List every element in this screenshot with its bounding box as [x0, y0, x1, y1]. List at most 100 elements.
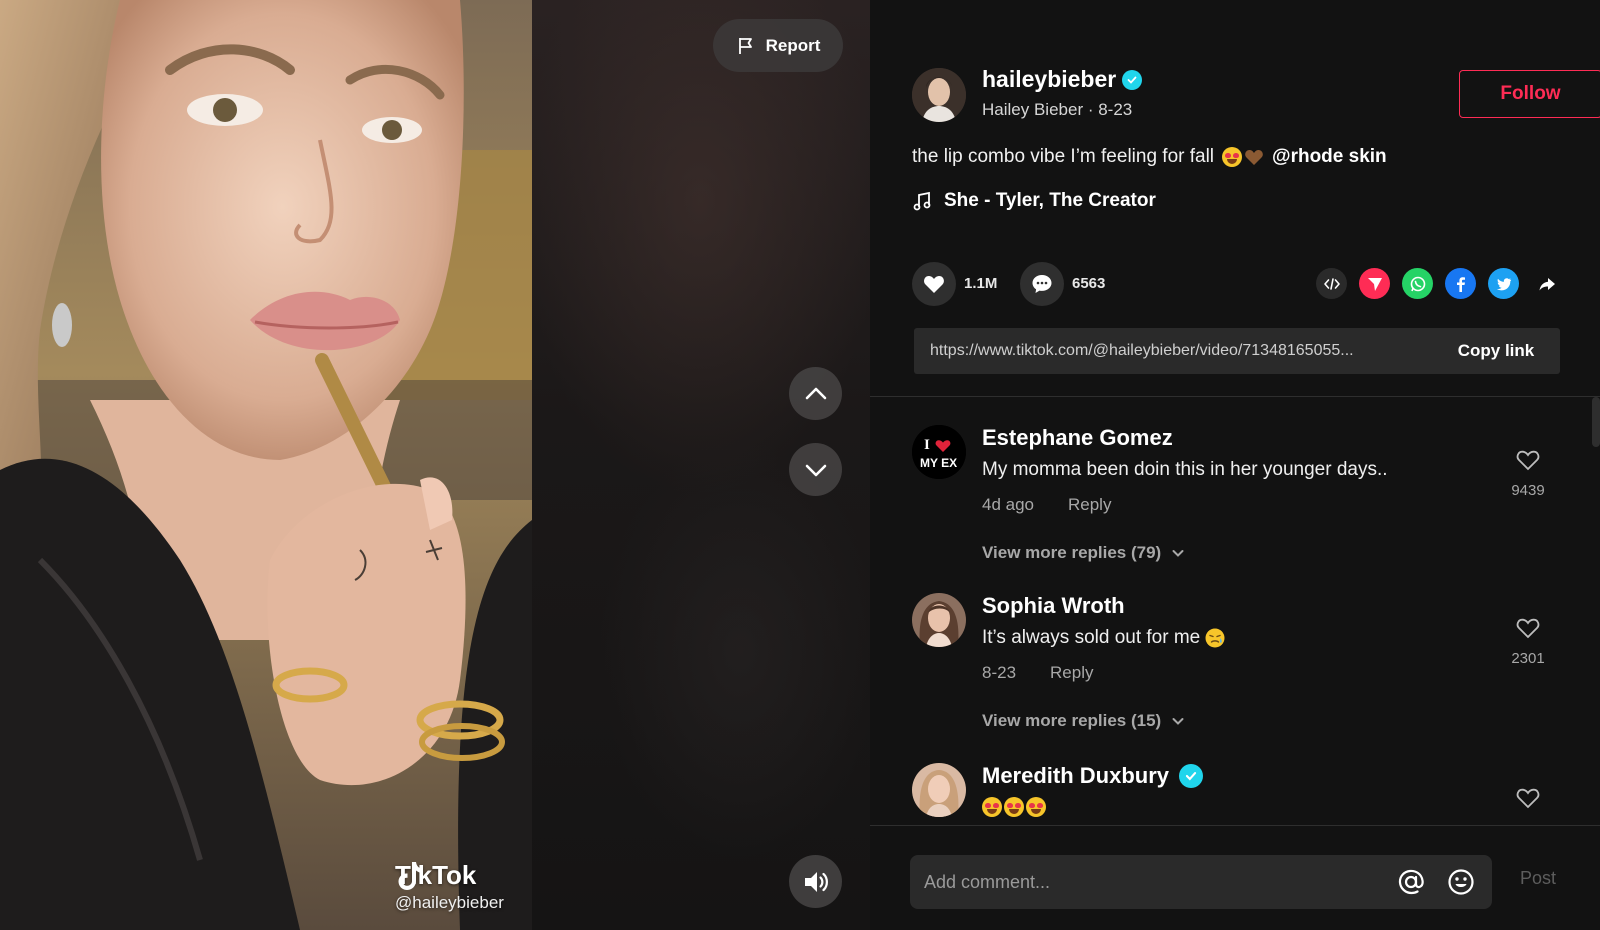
avatar-text-i: I	[924, 437, 930, 453]
reply-button[interactable]: Reply	[1068, 495, 1111, 515]
avatar-text-my-ex: MY EX	[920, 456, 957, 470]
verified-badge-icon	[1122, 69, 1143, 90]
video-link-url[interactable]: https://www.tiktok.com/@haileybieber/vid…	[914, 342, 1432, 360]
author-header: haileybieber Hailey Bieber · 8-23 Follow	[912, 66, 1600, 122]
volume-button[interactable]	[789, 855, 842, 908]
comment-like[interactable]: 9439	[1508, 447, 1548, 499]
send-icon[interactable]	[1359, 268, 1390, 299]
commenter-name-text[interactable]: Estephane Gomez	[982, 425, 1173, 451]
next-video-button[interactable]	[789, 443, 842, 496]
crying-face-emoji-icon	[1205, 628, 1225, 648]
comment-time: 8-23	[982, 663, 1017, 682]
emoji-picker-icon[interactable]	[1446, 867, 1476, 897]
comment-like[interactable]: 2301	[1508, 615, 1548, 667]
previous-video-button[interactable]	[789, 367, 842, 420]
caption-emojis	[1222, 147, 1264, 167]
comment-text	[982, 797, 1046, 817]
tiktok-note-icon	[398, 862, 423, 890]
comment-composer	[910, 855, 1492, 909]
commenter-name[interactable]: Estephane Gomez	[982, 425, 1173, 451]
commenter-avatar[interactable]	[912, 763, 966, 817]
chevron-down-icon	[1172, 550, 1184, 557]
comment-scrollbar[interactable]	[1592, 397, 1600, 447]
comment-list[interactable]: I MY EX Estephane Gomez My momma been do…	[870, 397, 1600, 825]
comment-like-count: 9439	[1511, 482, 1545, 499]
heart-eyes-emoji-icon	[982, 797, 1002, 817]
mention-at-icon[interactable]	[1396, 867, 1426, 897]
music-note-icon	[913, 191, 931, 211]
view-more-replies-label[interactable]: View more replies (79)	[982, 543, 1161, 563]
meredith-avatar-image	[912, 763, 966, 817]
caption-mention-link[interactable]: @rhode skin	[1272, 146, 1387, 168]
video-still	[0, 0, 532, 930]
comment-button[interactable]	[1020, 262, 1064, 306]
commenter-name-text[interactable]: Sophia Wroth	[982, 593, 1125, 619]
report-label: Report	[765, 35, 821, 55]
heart-outline-icon[interactable]	[1515, 615, 1541, 641]
like-button[interactable]	[912, 262, 956, 306]
heart-icon	[924, 275, 944, 293]
comment-text: My momma been doin this in her younger d…	[982, 459, 1388, 480]
view-more-replies-label[interactable]: View more replies (15)	[982, 711, 1161, 731]
chevron-up-icon	[805, 387, 826, 399]
heart-outline-icon[interactable]	[1515, 785, 1541, 811]
reply-button[interactable]: Reply	[1050, 663, 1093, 683]
meta-separator: ·	[1083, 100, 1099, 119]
share-icons	[1316, 268, 1562, 299]
video-player[interactable]: TikTok @haileybieber Report	[0, 0, 870, 930]
watermark-username: @haileybieber	[395, 893, 504, 912]
author-username[interactable]: haileybieber	[982, 66, 1143, 93]
comment-count: 6563	[1072, 275, 1106, 292]
author-username-text[interactable]: haileybieber	[982, 66, 1116, 93]
report-button[interactable]: Report	[713, 19, 843, 72]
author-meta: Hailey Bieber · 8-23	[982, 100, 1132, 120]
music-title[interactable]: She - Tyler, The Creator	[944, 190, 1156, 212]
video-caption: the lip combo vibe I’m feeling for fall …	[912, 146, 1387, 168]
heart-eyes-emoji-icon	[1222, 147, 1243, 167]
composer-divider	[870, 825, 1600, 826]
commenter-name[interactable]: Sophia Wroth	[982, 593, 1125, 619]
watermark-logo: TikTok	[395, 860, 504, 891]
heart-eyes-emoji-icon	[1004, 797, 1024, 817]
comment-like[interactable]	[1508, 785, 1548, 816]
commenter-avatar[interactable]	[912, 593, 966, 647]
commenter-name-text[interactable]: Meredith Duxbury	[982, 763, 1169, 789]
comment-item: Sophia Wroth It’s always sold out for me…	[912, 593, 1552, 743]
flag-icon	[738, 37, 752, 54]
author-nickname: Hailey Bieber	[982, 100, 1084, 119]
view-more-replies[interactable]: View more replies (15)	[982, 711, 1185, 731]
heart-outline-icon[interactable]	[1515, 447, 1541, 473]
post-date: 8-23	[1098, 100, 1133, 119]
comment-meta: 4d ago Reply	[982, 495, 1111, 515]
comment-text: It’s always sold out for me	[982, 627, 1226, 649]
comment-time: 4d ago	[982, 495, 1034, 514]
share-arrow-icon[interactable]	[1531, 268, 1562, 299]
twitter-icon[interactable]	[1488, 268, 1519, 299]
author-avatar[interactable]	[912, 68, 966, 122]
video-frame[interactable]: TikTok @haileybieber	[0, 0, 532, 930]
caption-text: the lip combo vibe I’m feeling for fall	[912, 146, 1215, 167]
post-comment-button[interactable]: Post	[1520, 868, 1556, 889]
add-comment-input[interactable]	[924, 871, 1376, 893]
chevron-down-icon	[1172, 718, 1184, 725]
music-link[interactable]: She - Tyler, The Creator	[912, 190, 1156, 212]
verified-badge-icon	[1179, 764, 1204, 788]
follow-button[interactable]: Follow	[1459, 70, 1600, 118]
view-more-replies[interactable]: View more replies (79)	[982, 543, 1185, 563]
comment-meta: 8-23 Reply	[982, 663, 1094, 683]
share-link-bar: https://www.tiktok.com/@haileybieber/vid…	[914, 328, 1560, 374]
brown-heart-emoji-icon	[1245, 149, 1263, 165]
comment-text-content: It’s always sold out for me	[982, 627, 1201, 648]
comment-item: Meredith Duxbury	[912, 763, 1552, 825]
tiktok-watermark: TikTok @haileybieber	[395, 860, 504, 913]
i-love-my-ex-avatar-image: I MY EX	[912, 425, 966, 479]
comment-like-count: 2301	[1511, 650, 1545, 667]
chevron-down-icon	[805, 464, 826, 476]
commenter-name[interactable]: Meredith Duxbury	[982, 763, 1204, 789]
commenter-avatar[interactable]: I MY EX	[912, 425, 966, 479]
facebook-icon[interactable]	[1445, 268, 1476, 299]
copy-link-button[interactable]: Copy link	[1432, 328, 1560, 374]
sophia-avatar-image	[912, 593, 966, 647]
embed-icon[interactable]	[1316, 268, 1347, 299]
whatsapp-icon[interactable]	[1402, 268, 1433, 299]
